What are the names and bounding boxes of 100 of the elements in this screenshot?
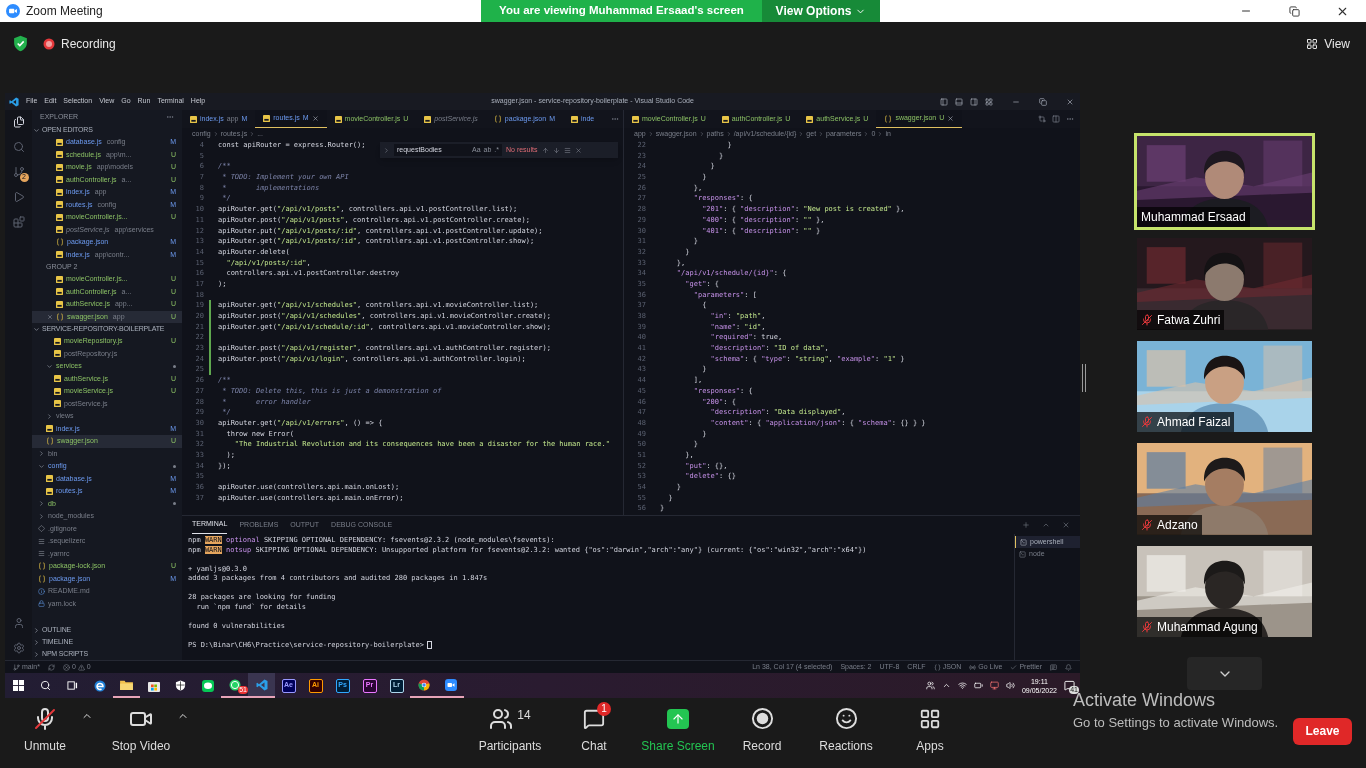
toolbar-button[interactable]: Reactions — [804, 703, 888, 755]
sync-icon[interactable] — [47, 663, 55, 671]
chevron-icon — [249, 131, 256, 137]
restore-icon[interactable] — [1039, 97, 1047, 106]
more-icon[interactable] — [166, 113, 174, 121]
terminal-icon — [1020, 538, 1027, 546]
notifications-icon[interactable] — [1065, 663, 1072, 671]
toolbar-button[interactable]: Stop Video — [99, 703, 183, 755]
toolbar-button[interactable]: Record — [720, 703, 804, 755]
lock-file-icon — [38, 600, 45, 608]
network-icon[interactable] — [957, 681, 967, 690]
chevron-icon — [798, 131, 805, 137]
chevron-icon — [33, 126, 40, 134]
search-icon[interactable] — [40, 680, 51, 691]
js-file-icon — [54, 337, 61, 345]
browser-icon[interactable] — [93, 679, 106, 692]
new-terminal-icon[interactable] — [1022, 521, 1030, 529]
battery-icon[interactable] — [973, 681, 983, 690]
js-file-icon — [721, 115, 729, 123]
video-call-icon[interactable] — [444, 678, 457, 691]
window-title: Zoom Meeting — [26, 3, 103, 20]
braces-icon — [933, 663, 941, 671]
show-hidden-icons[interactable] — [941, 681, 951, 690]
selection-icon[interactable] — [563, 146, 571, 154]
extensions-icon[interactable] — [12, 216, 25, 228]
muted-mic-icon — [1141, 621, 1153, 634]
video-tile[interactable]: Muhammad Ersaad — [1134, 133, 1315, 231]
chevron-icon — [725, 131, 732, 137]
browser-icon[interactable] — [417, 678, 430, 691]
json-file-icon — [38, 574, 46, 583]
video-tile[interactable]: Fatwa Zuhri — [1134, 235, 1315, 333]
leave-button[interactable]: Leave — [1293, 717, 1352, 745]
chevron-icon — [647, 131, 654, 137]
config-file-icon — [38, 537, 45, 545]
resize-handle[interactable] — [1082, 363, 1086, 392]
next-match-icon[interactable] — [552, 146, 560, 154]
js-file-icon — [190, 115, 197, 123]
warning-icon — [77, 663, 85, 671]
video-tile[interactable]: Adzano — [1134, 440, 1315, 538]
branch-icon — [12, 166, 25, 178]
store-icon[interactable] — [147, 679, 160, 692]
screen-share-banner: You are viewing Muhammad Ersaad's screen — [481, 0, 762, 22]
more-icon[interactable] — [611, 115, 619, 123]
js-file-icon — [46, 487, 53, 495]
js-file-icon — [56, 201, 63, 209]
js-file-icon — [56, 300, 63, 308]
toolbar-button[interactable]: Share Screen — [636, 703, 720, 755]
toggle-sidebar-icon[interactable] — [940, 97, 948, 106]
video-tile[interactable]: Muhammad Agung — [1134, 542, 1315, 641]
maximize-panel-icon[interactable] — [1042, 521, 1050, 529]
chat-app-icon[interactable] — [201, 679, 214, 692]
windows-logo-icon[interactable] — [13, 680, 24, 691]
explorer-icon[interactable] — [12, 116, 25, 128]
settings-icon[interactable] — [12, 642, 25, 654]
close-icon[interactable] — [47, 313, 53, 320]
js-file-icon — [424, 115, 432, 123]
volume-icon[interactable] — [1005, 681, 1015, 690]
customize-layout-icon[interactable] — [985, 97, 993, 106]
security-shield-icon[interactable] — [12, 35, 29, 52]
close-icon[interactable] — [311, 115, 319, 122]
run-debug-icon[interactable] — [12, 191, 25, 203]
view-options-button[interactable]: View Options — [762, 0, 880, 22]
close-icon[interactable] — [574, 146, 582, 154]
previous-match-icon[interactable] — [541, 146, 549, 154]
close-icon[interactable] — [1062, 521, 1070, 529]
code-editor-icon[interactable] — [255, 678, 268, 691]
close-icon[interactable] — [1066, 97, 1074, 106]
toolbar-button[interactable]: Apps — [888, 703, 972, 755]
toolbar-button[interactable]: 14 Participants — [468, 703, 552, 755]
js-file-icon — [56, 188, 63, 196]
more-icon[interactable] — [1066, 115, 1074, 123]
toolbar-button[interactable]: Unmute — [3, 703, 87, 755]
view-button[interactable]: View — [1306, 34, 1350, 53]
video-tile[interactable]: Ahmad Faizal — [1134, 337, 1315, 436]
account-icon[interactable] — [12, 617, 25, 629]
restore-icon — [1288, 5, 1300, 17]
toggle-secondary-sidebar-icon[interactable] — [970, 97, 978, 106]
js-file-icon — [46, 475, 53, 483]
toggle-panel-icon[interactable] — [955, 97, 963, 106]
split-editor-icon[interactable] — [1052, 115, 1060, 123]
branch-icon — [13, 663, 20, 671]
display-icon[interactable] — [989, 681, 999, 690]
feedback-icon[interactable] — [1050, 663, 1057, 671]
task-view-icon[interactable] — [67, 680, 78, 691]
check-icon — [1010, 663, 1018, 671]
recording-indicator[interactable]: Recording — [43, 34, 116, 53]
chevron-icon[interactable] — [383, 146, 390, 154]
folder-icon[interactable] — [120, 679, 133, 690]
toolbar-button[interactable]: 1 Chat — [552, 703, 636, 755]
shield-icon[interactable] — [175, 680, 186, 691]
people-icon[interactable] — [925, 681, 935, 690]
compare-icon[interactable] — [1038, 115, 1046, 123]
js-file-icon — [56, 138, 63, 146]
close-icon[interactable] — [947, 115, 955, 122]
js-file-icon — [46, 425, 53, 433]
muted-mic-icon — [33, 706, 57, 731]
participant-name: Fatwa Zuhri — [1157, 311, 1221, 329]
phone-chat-icon[interactable] — [228, 678, 241, 691]
js-file-icon — [56, 251, 63, 259]
js-file-icon — [632, 115, 639, 123]
